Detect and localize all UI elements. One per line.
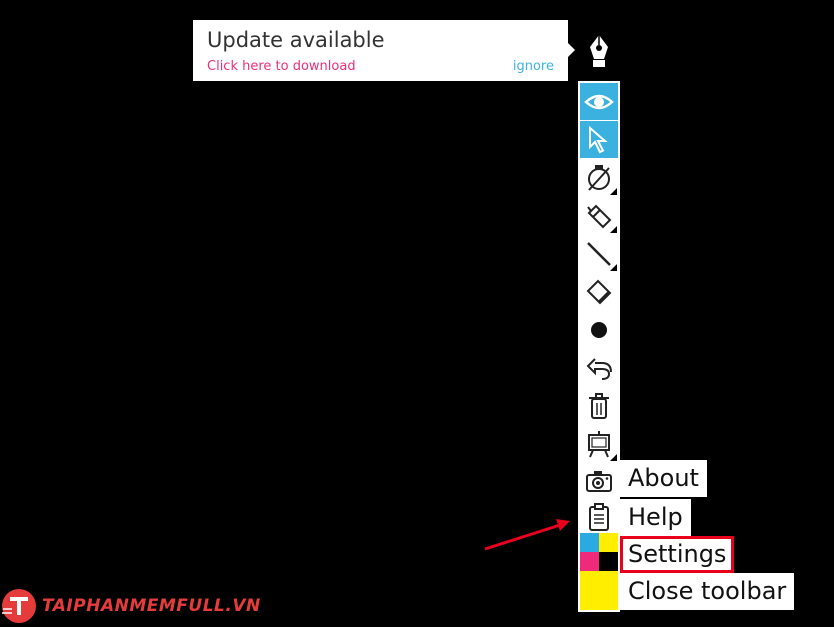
color-swatch[interactable] bbox=[580, 571, 599, 590]
color-swatch[interactable] bbox=[599, 590, 618, 610]
close-toolbar-menu-item[interactable]: Close toolbar bbox=[620, 573, 795, 610]
annotation-arrow bbox=[484, 519, 570, 551]
eraser-icon[interactable] bbox=[580, 273, 618, 310]
watermark-logo-icon bbox=[2, 589, 36, 623]
color-swatch[interactable] bbox=[599, 571, 618, 590]
download-link[interactable]: Click here to download bbox=[207, 59, 356, 74]
undo-icon[interactable] bbox=[580, 349, 618, 386]
submenu-indicator bbox=[610, 454, 617, 461]
notification-title: Update available bbox=[207, 28, 385, 52]
color-swatch[interactable] bbox=[580, 590, 599, 610]
color-swatch[interactable] bbox=[599, 533, 618, 552]
help-menu-item[interactable]: Help bbox=[620, 499, 691, 536]
watermark: TAIPHANMEMFULL.VN bbox=[0, 585, 261, 627]
submenu-indicator bbox=[610, 226, 617, 233]
about-menu-item[interactable]: About bbox=[620, 460, 707, 497]
update-notification[interactable]: Update available Click here to download … bbox=[193, 20, 568, 81]
color-swatch[interactable] bbox=[599, 552, 618, 571]
pen-off-icon[interactable] bbox=[580, 159, 618, 196]
easel-icon[interactable] bbox=[580, 425, 618, 462]
line-icon[interactable] bbox=[580, 235, 618, 272]
trash-icon[interactable] bbox=[580, 387, 618, 424]
camera-icon[interactable] bbox=[580, 462, 618, 499]
watermark-text: TAIPHANMEMFULL.VN bbox=[42, 596, 261, 616]
highlighter-icon[interactable] bbox=[580, 197, 618, 234]
color-palette[interactable] bbox=[580, 533, 618, 610]
settings-menu-item[interactable]: Settings bbox=[620, 536, 735, 573]
dot-icon[interactable] bbox=[580, 311, 618, 348]
submenu-indicator bbox=[610, 264, 617, 271]
drawing-toolbar bbox=[578, 81, 620, 612]
color-swatch[interactable] bbox=[580, 552, 599, 571]
clipboard-icon[interactable] bbox=[580, 498, 618, 535]
ignore-link[interactable]: ignore bbox=[513, 59, 554, 74]
cursor-icon[interactable] bbox=[580, 121, 618, 158]
color-swatch[interactable] bbox=[580, 533, 599, 552]
notification-pointer bbox=[568, 43, 575, 57]
submenu-indicator bbox=[610, 188, 617, 195]
fountain-pen-icon[interactable] bbox=[584, 33, 614, 69]
eye-icon[interactable] bbox=[580, 83, 618, 120]
